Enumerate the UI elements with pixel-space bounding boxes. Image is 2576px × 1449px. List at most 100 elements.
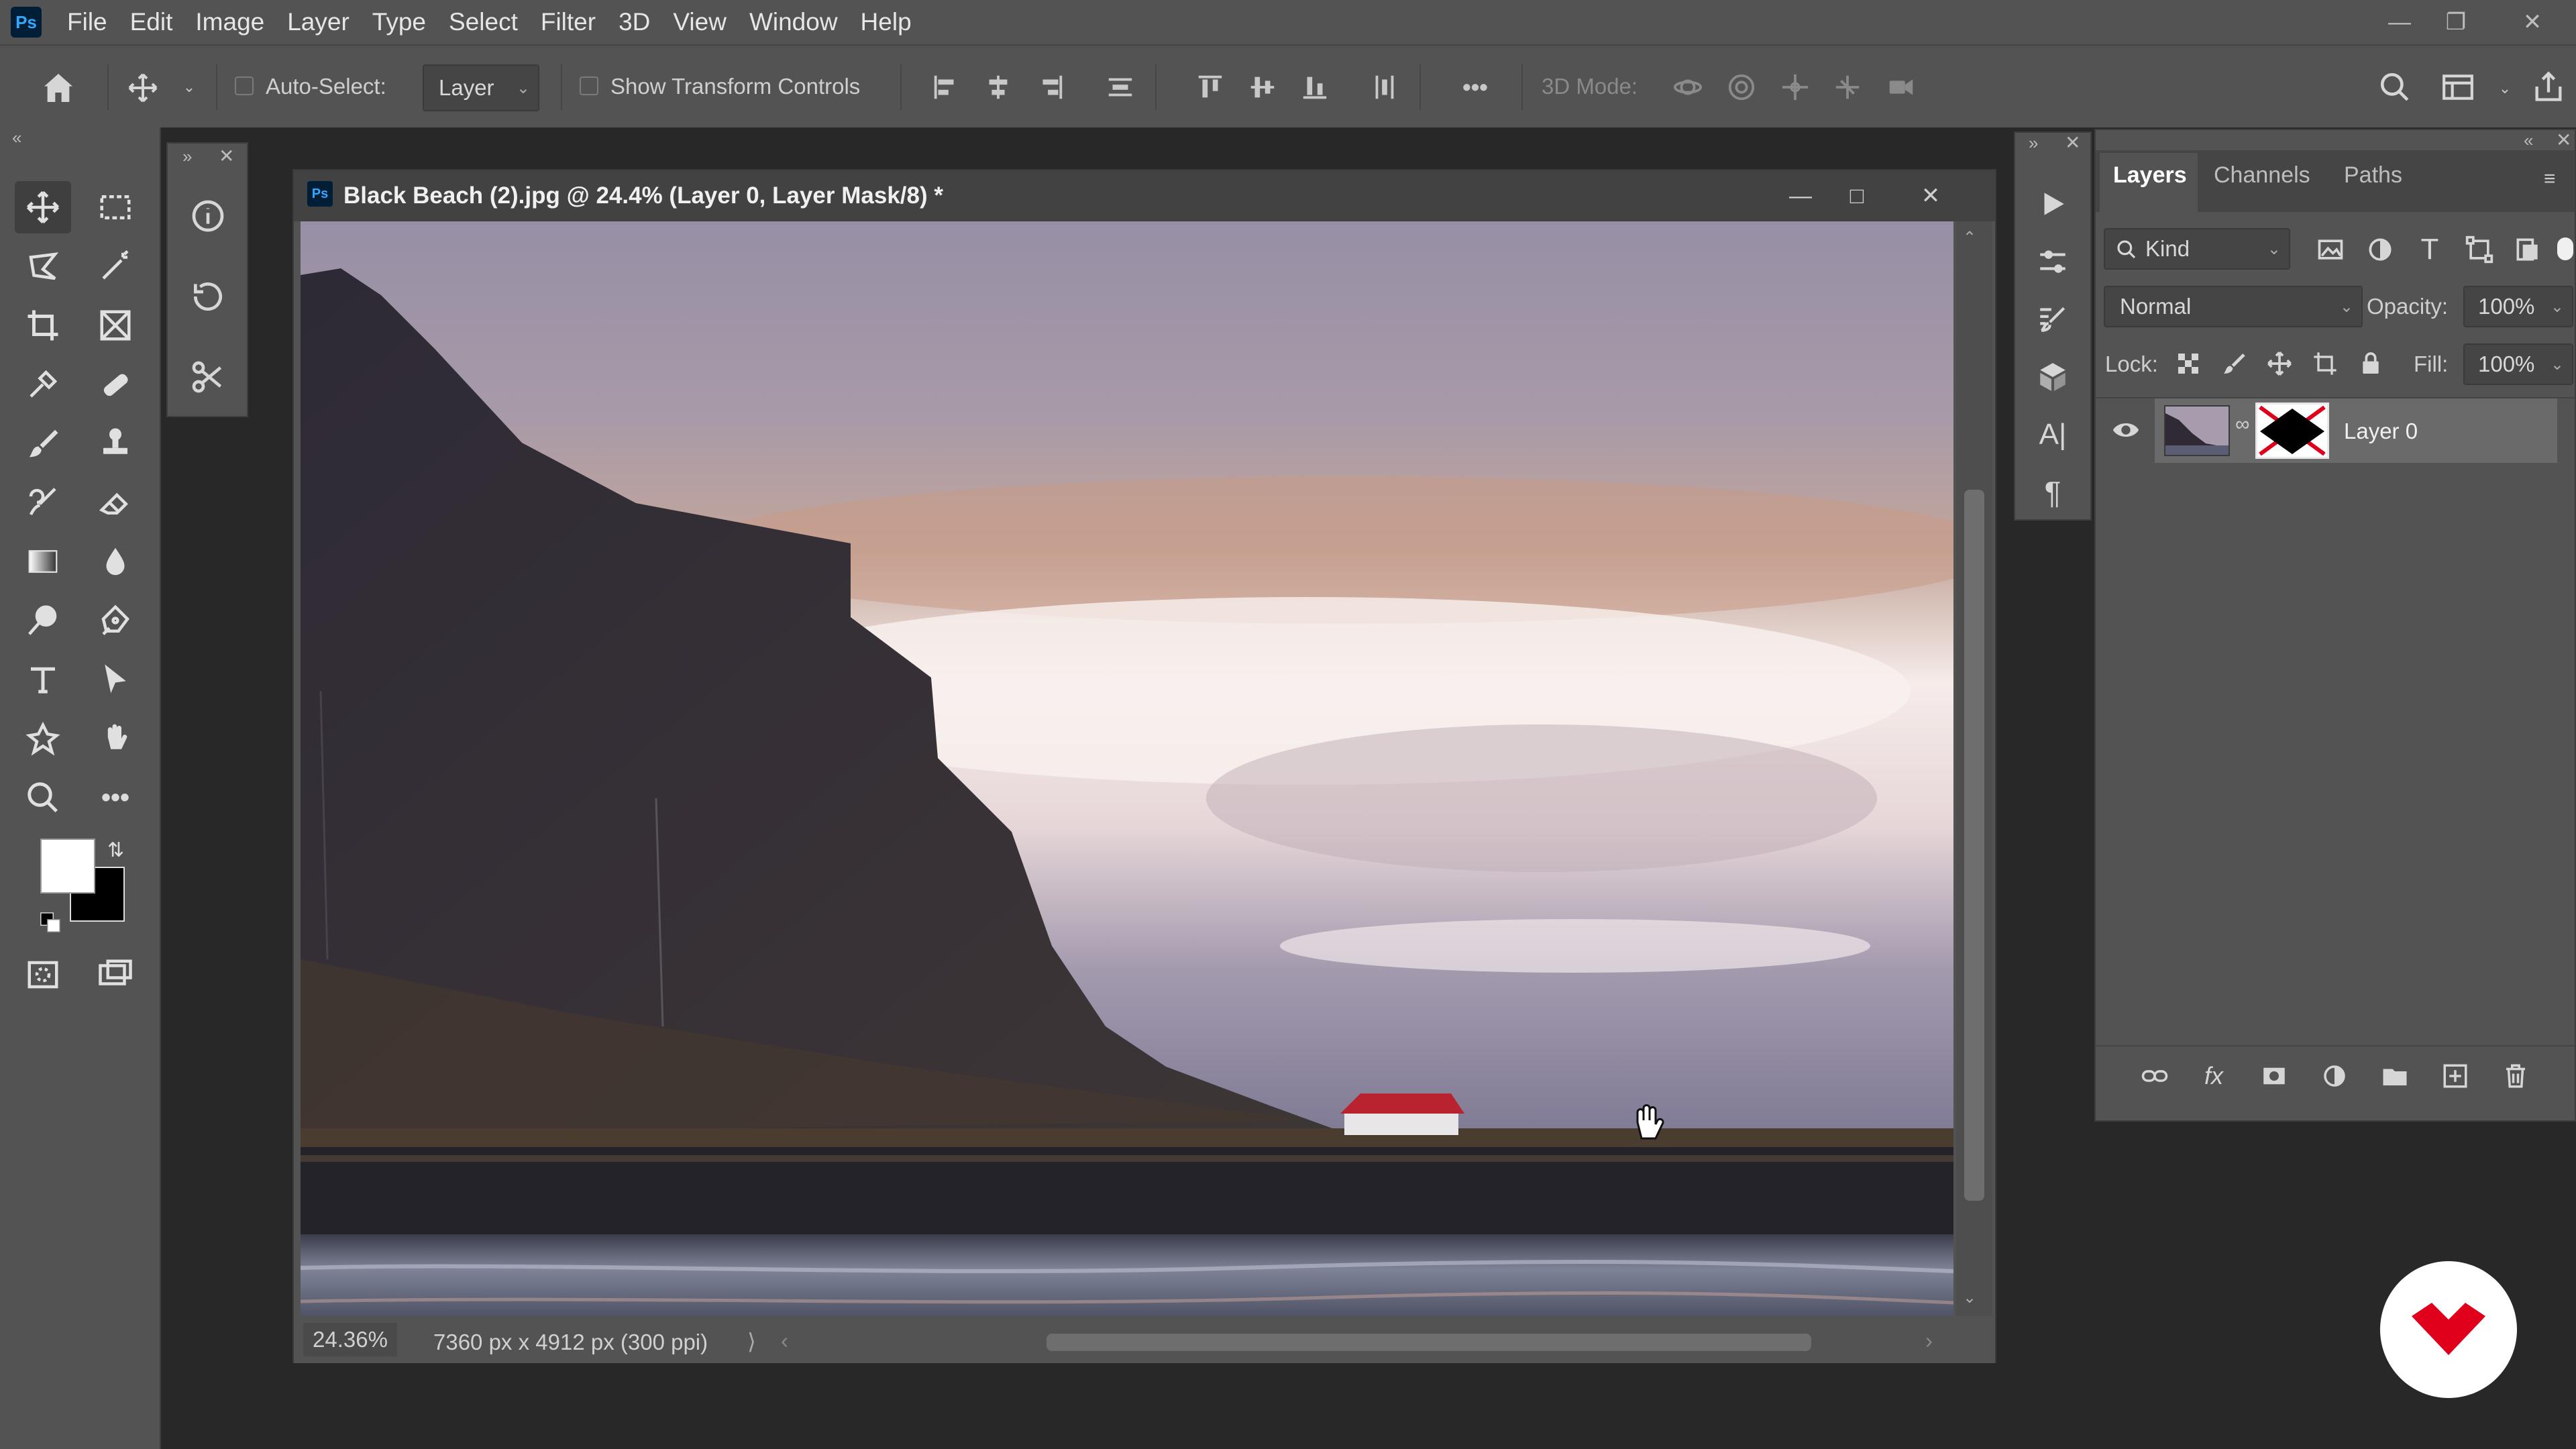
menu-3d[interactable]: 3D — [619, 8, 650, 36]
zoom-level-field[interactable]: 24.36% — [303, 1323, 397, 1356]
layer-mask-thumbnail[interactable] — [2255, 402, 2329, 459]
gradient-tool[interactable] — [15, 535, 71, 588]
new-layer-icon[interactable] — [2435, 1056, 2475, 1096]
move-tool-preset-icon[interactable] — [121, 66, 165, 110]
close-panel-icon[interactable]: ✕ — [2556, 129, 2571, 151]
screen-mode-icon[interactable] — [87, 949, 144, 1001]
lock-position-icon[interactable] — [2261, 345, 2298, 382]
doc-minimize-button[interactable]: — — [1780, 180, 1821, 212]
edit-toolbar-icon[interactable]: ••• — [87, 771, 144, 824]
lock-all-icon[interactable] — [2352, 345, 2390, 382]
fill-field[interactable]: 100% ⌄ — [2463, 343, 2573, 385]
tab-channels[interactable]: Channels — [2214, 162, 2310, 189]
filter-toggle-switch[interactable] — [2557, 237, 2573, 260]
menu-layer[interactable]: Layer — [287, 8, 350, 36]
filter-smart-objects-icon[interactable] — [2508, 229, 2548, 270]
type-tool[interactable] — [15, 653, 71, 706]
expand-panels-icon[interactable]: » — [2029, 133, 2038, 154]
filter-pixel-layers-icon[interactable] — [2310, 229, 2351, 270]
tab-paths[interactable]: Paths — [2344, 162, 2402, 189]
chevron-down-icon[interactable]: ⌄ — [176, 74, 203, 101]
hand-rotate-view-tool[interactable] — [87, 712, 144, 765]
brush-settings-icon[interactable] — [2029, 295, 2077, 343]
move-tool[interactable] — [15, 181, 71, 233]
dodge-tool[interactable] — [15, 594, 71, 647]
lasso-tool[interactable] — [15, 240, 71, 292]
close-panel-icon[interactable]: ✕ — [2065, 131, 2080, 154]
character-panel-icon[interactable]: A| — [2029, 411, 2077, 459]
zoom-tool[interactable] — [15, 771, 71, 824]
eyedropper-tool[interactable] — [15, 358, 71, 411]
share-icon[interactable] — [2525, 63, 2572, 110]
align-top-edges-icon[interactable] — [1190, 67, 1230, 107]
add-layer-mask-icon[interactable] — [2254, 1056, 2294, 1096]
status-info-chevron-icon[interactable]: ⟩ — [747, 1328, 756, 1354]
info-panel-icon[interactable] — [180, 188, 236, 244]
history-panel-icon[interactable] — [180, 268, 236, 325]
menu-view[interactable]: View — [673, 8, 727, 36]
doc-maximize-button[interactable]: □ — [1837, 180, 1877, 212]
more-options-button[interactable]: ••• — [1449, 66, 1501, 109]
chevron-down-icon[interactable]: ⌄ — [2491, 75, 2518, 102]
eraser-tool[interactable] — [87, 476, 144, 529]
rectangular-marquee-tool[interactable] — [87, 181, 144, 233]
document-titlebar[interactable]: Ps Black Beach (2).jpg @ 24.4% (Layer 0,… — [294, 170, 1995, 221]
opacity-field[interactable]: 100% ⌄ — [2463, 286, 2573, 327]
tool-presets-icon[interactable] — [180, 349, 236, 405]
crop-tool[interactable] — [15, 299, 71, 352]
tab-layers[interactable]: Layers — [2113, 162, 2187, 189]
properties-panel-icon[interactable] — [2029, 237, 2077, 286]
horizontal-scroll-thumb[interactable] — [1046, 1334, 1811, 1351]
filter-adjustment-layers-icon[interactable] — [2360, 229, 2400, 270]
restore-window-button[interactable]: ❐ — [2426, 5, 2486, 39]
show-transform-controls-checkbox[interactable] — [580, 76, 598, 95]
layer-row[interactable]: ∞ Layer 0 — [2155, 398, 2557, 463]
actions-panel-icon[interactable] — [2029, 180, 2077, 228]
expand-panels-icon[interactable]: » — [182, 146, 192, 167]
foreground-color-swatch-front[interactable] — [40, 839, 95, 894]
search-icon[interactable] — [2372, 64, 2418, 110]
clone-stamp-tool[interactable] — [87, 417, 144, 470]
collapse-panel-icon[interactable]: « — [2524, 130, 2533, 151]
menu-type[interactable]: Type — [372, 8, 426, 36]
align-left-edges-icon[interactable] — [926, 67, 966, 107]
lock-artboard-icon[interactable] — [2306, 345, 2344, 382]
3d-orbit-icon[interactable] — [1668, 67, 1708, 107]
lock-image-pixels-icon[interactable] — [2215, 345, 2253, 382]
minimize-window-button[interactable]: — — [2369, 5, 2430, 39]
layer-thumbnail[interactable] — [2164, 405, 2230, 456]
menu-filter[interactable]: Filter — [541, 8, 596, 36]
3d-scale-camera-icon[interactable] — [1881, 67, 1921, 107]
spot-healing-brush-tool[interactable] — [87, 358, 144, 411]
scroll-up-icon[interactable]: ⌃ — [1963, 228, 1976, 248]
menu-help[interactable]: Help — [861, 8, 912, 36]
menu-edit[interactable]: Edit — [130, 8, 173, 36]
scroll-down-icon[interactable]: ⌄ — [1963, 1288, 1976, 1307]
doc-close-button[interactable]: ✕ — [1911, 180, 1951, 212]
align-right-edges-icon[interactable] — [1030, 67, 1071, 107]
brush-tool[interactable] — [15, 417, 71, 470]
filter-type-layers-icon[interactable]: T — [2410, 229, 2450, 270]
paragraph-panel-icon[interactable]: ¶ — [2029, 468, 2077, 517]
auto-select-checkbox[interactable] — [235, 76, 254, 95]
default-colors-icon[interactable] — [39, 911, 62, 934]
history-brush-tool[interactable] — [15, 476, 71, 529]
menu-image[interactable]: Image — [195, 8, 264, 36]
layer-filter-kind-dropdown[interactable]: Kind ⌄ — [2104, 228, 2290, 270]
auto-select-target-dropdown[interactable]: Layer ⌄ — [423, 64, 539, 111]
custom-shape-tool[interactable] — [15, 712, 71, 765]
menu-select[interactable]: Select — [449, 8, 518, 36]
blur-tool[interactable] — [87, 535, 144, 588]
layer-visibility-eye-icon[interactable] — [2110, 415, 2141, 445]
menu-window[interactable]: Window — [749, 8, 838, 36]
swap-colors-icon[interactable]: ⇅ — [107, 839, 124, 862]
vertical-scroll-thumb[interactable] — [1964, 490, 1984, 1201]
align-bottom-edges-icon[interactable] — [1295, 67, 1335, 107]
distribute-vertical-icon[interactable] — [1100, 67, 1140, 107]
home-icon[interactable] — [35, 64, 82, 111]
scroll-right-icon[interactable]: › — [1925, 1328, 1933, 1354]
3d-slide-icon[interactable] — [1827, 67, 1868, 107]
frame-tool[interactable] — [87, 299, 144, 352]
new-adjustment-layer-icon[interactable] — [2314, 1056, 2355, 1096]
quick-mask-icon[interactable] — [15, 949, 71, 1001]
